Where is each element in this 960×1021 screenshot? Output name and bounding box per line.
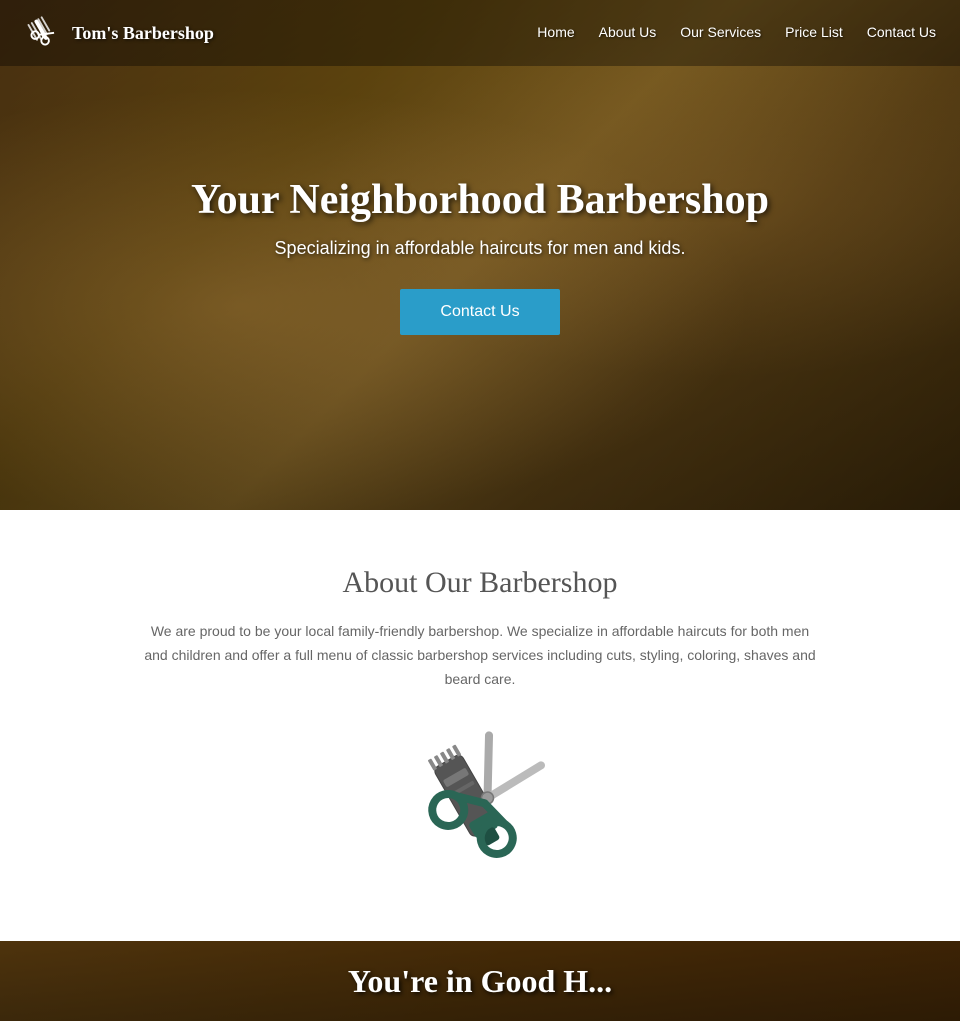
about-section: About Our Barbershop We are proud to be … [0,510,960,941]
nav-item-contact[interactable]: Contact Us [867,24,936,42]
nav-link-home[interactable]: Home [537,24,574,40]
nav-item-about[interactable]: About Us [599,24,657,42]
hero-title: Your Neighborhood Barbershop [191,176,769,224]
nav-link-services[interactable]: Our Services [680,24,761,40]
about-title: About Our Barbershop [40,566,920,600]
hero-subtitle: Specializing in affordable haircuts for … [191,238,769,259]
hero-section: Tom's Barbershop Home About Us Our Servi… [0,0,960,510]
nav-link-pricelist[interactable]: Price List [785,24,843,40]
navbar: Tom's Barbershop Home About Us Our Servi… [0,0,960,66]
bottom-teaser-text: You're in Good H... [348,963,612,1000]
brand-icon [24,14,62,52]
bottom-teaser-section: You're in Good H... [0,941,960,1021]
nav-links: Home About Us Our Services Price List Co… [537,24,936,42]
nav-item-services[interactable]: Our Services [680,24,761,42]
brand-name: Tom's Barbershop [72,23,214,44]
about-text: We are proud to be your local family-fri… [140,620,820,691]
nav-item-home[interactable]: Home [537,24,574,42]
nav-item-pricelist[interactable]: Price List [785,24,843,42]
nav-link-about[interactable]: About Us [599,24,657,40]
nav-link-contact[interactable]: Contact Us [867,24,936,40]
hero-content: Your Neighborhood Barbershop Specializin… [151,176,809,335]
barber-icon-container [40,731,920,891]
brand: Tom's Barbershop [24,14,214,52]
barber-scissors-icon [400,731,560,891]
hero-cta-button[interactable]: Contact Us [400,289,559,335]
